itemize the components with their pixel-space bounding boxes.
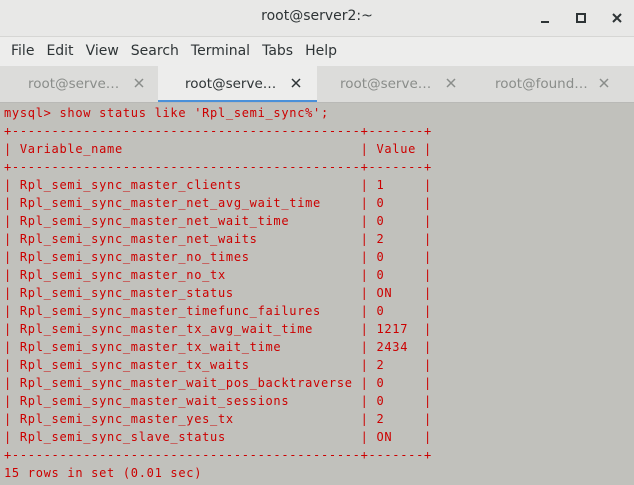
- tab-close-icon[interactable]: [598, 77, 610, 89]
- tab-close-icon[interactable]: [133, 77, 145, 89]
- menu-edit[interactable]: Edit: [40, 43, 79, 59]
- table-header: | Variable_name | Value |: [4, 142, 432, 156]
- terminal-footer: 15 rows in set (0.01 sec): [4, 466, 203, 480]
- table-row: | Rpl_semi_sync_master_net_waits | 2 |: [4, 232, 432, 246]
- table-row: | Rpl_semi_sync_master_yes_tx | 2 |: [4, 412, 432, 426]
- close-icon[interactable]: [606, 7, 628, 29]
- tab-1[interactable]: root@serve…: [0, 66, 158, 102]
- table-row: | Rpl_semi_sync_master_no_tx | 0 |: [4, 268, 432, 282]
- maximize-icon[interactable]: [570, 7, 592, 29]
- table-row: | Rpl_semi_sync_master_wait_sessions | 0…: [4, 394, 432, 408]
- table-row: | Rpl_semi_sync_master_tx_waits | 2 |: [4, 358, 432, 372]
- table-row: | Rpl_semi_sync_master_net_avg_wait_time…: [4, 196, 432, 210]
- terminal-output[interactable]: mysql> show status like 'Rpl_semi_sync%'…: [0, 103, 634, 485]
- table-row: | Rpl_semi_sync_master_timefunc_failures…: [4, 304, 432, 318]
- menu-terminal[interactable]: Terminal: [185, 43, 256, 59]
- tab-label: root@found…: [495, 76, 588, 92]
- table-row: | Rpl_semi_sync_master_tx_avg_wait_time …: [4, 322, 432, 336]
- tab-4[interactable]: root@found…: [475, 66, 634, 102]
- menu-view[interactable]: View: [80, 43, 125, 59]
- table-row: | Rpl_semi_sync_master_tx_wait_time | 24…: [4, 340, 432, 354]
- menu-file[interactable]: File: [0, 43, 40, 59]
- menu-help[interactable]: Help: [299, 43, 343, 59]
- tab-close-icon[interactable]: [445, 77, 457, 89]
- table-separator: +---------------------------------------…: [4, 124, 432, 138]
- tab-label: root@serve…: [185, 76, 277, 92]
- table-separator: +---------------------------------------…: [4, 448, 432, 462]
- tab-label: root@serve…: [340, 76, 432, 92]
- menu-tabs[interactable]: Tabs: [256, 43, 299, 59]
- terminal-command: mysql> show status like 'Rpl_semi_sync%'…: [4, 106, 329, 120]
- title-bar: root@server2:~: [0, 0, 634, 37]
- table-row: | Rpl_semi_sync_master_clients | 1 |: [4, 178, 432, 192]
- tab-label: root@serve…: [28, 76, 120, 92]
- tab-3[interactable]: root@serve…: [317, 66, 475, 102]
- minimize-icon[interactable]: [534, 7, 556, 29]
- table-row: | Rpl_semi_sync_master_no_times | 0 |: [4, 250, 432, 264]
- table-separator: +---------------------------------------…: [4, 160, 432, 174]
- terminal-text: mysql> show status like 'Rpl_semi_sync%'…: [4, 104, 432, 482]
- menu-search[interactable]: Search: [125, 43, 185, 59]
- table-row: | Rpl_semi_sync_master_net_wait_time | 0…: [4, 214, 432, 228]
- tab-bar: root@serve… root@serve… root@serve… root…: [0, 66, 634, 103]
- table-row: | Rpl_semi_sync_master_status | ON |: [4, 286, 432, 300]
- tab-close-icon[interactable]: [290, 77, 302, 89]
- tab-2[interactable]: root@serve…: [158, 66, 317, 102]
- table-row: | Rpl_semi_sync_slave_status | ON |: [4, 430, 432, 444]
- menu-bar: File Edit View Search Terminal Tabs Help: [0, 37, 634, 65]
- table-row: | Rpl_semi_sync_master_wait_pos_backtrav…: [4, 376, 432, 390]
